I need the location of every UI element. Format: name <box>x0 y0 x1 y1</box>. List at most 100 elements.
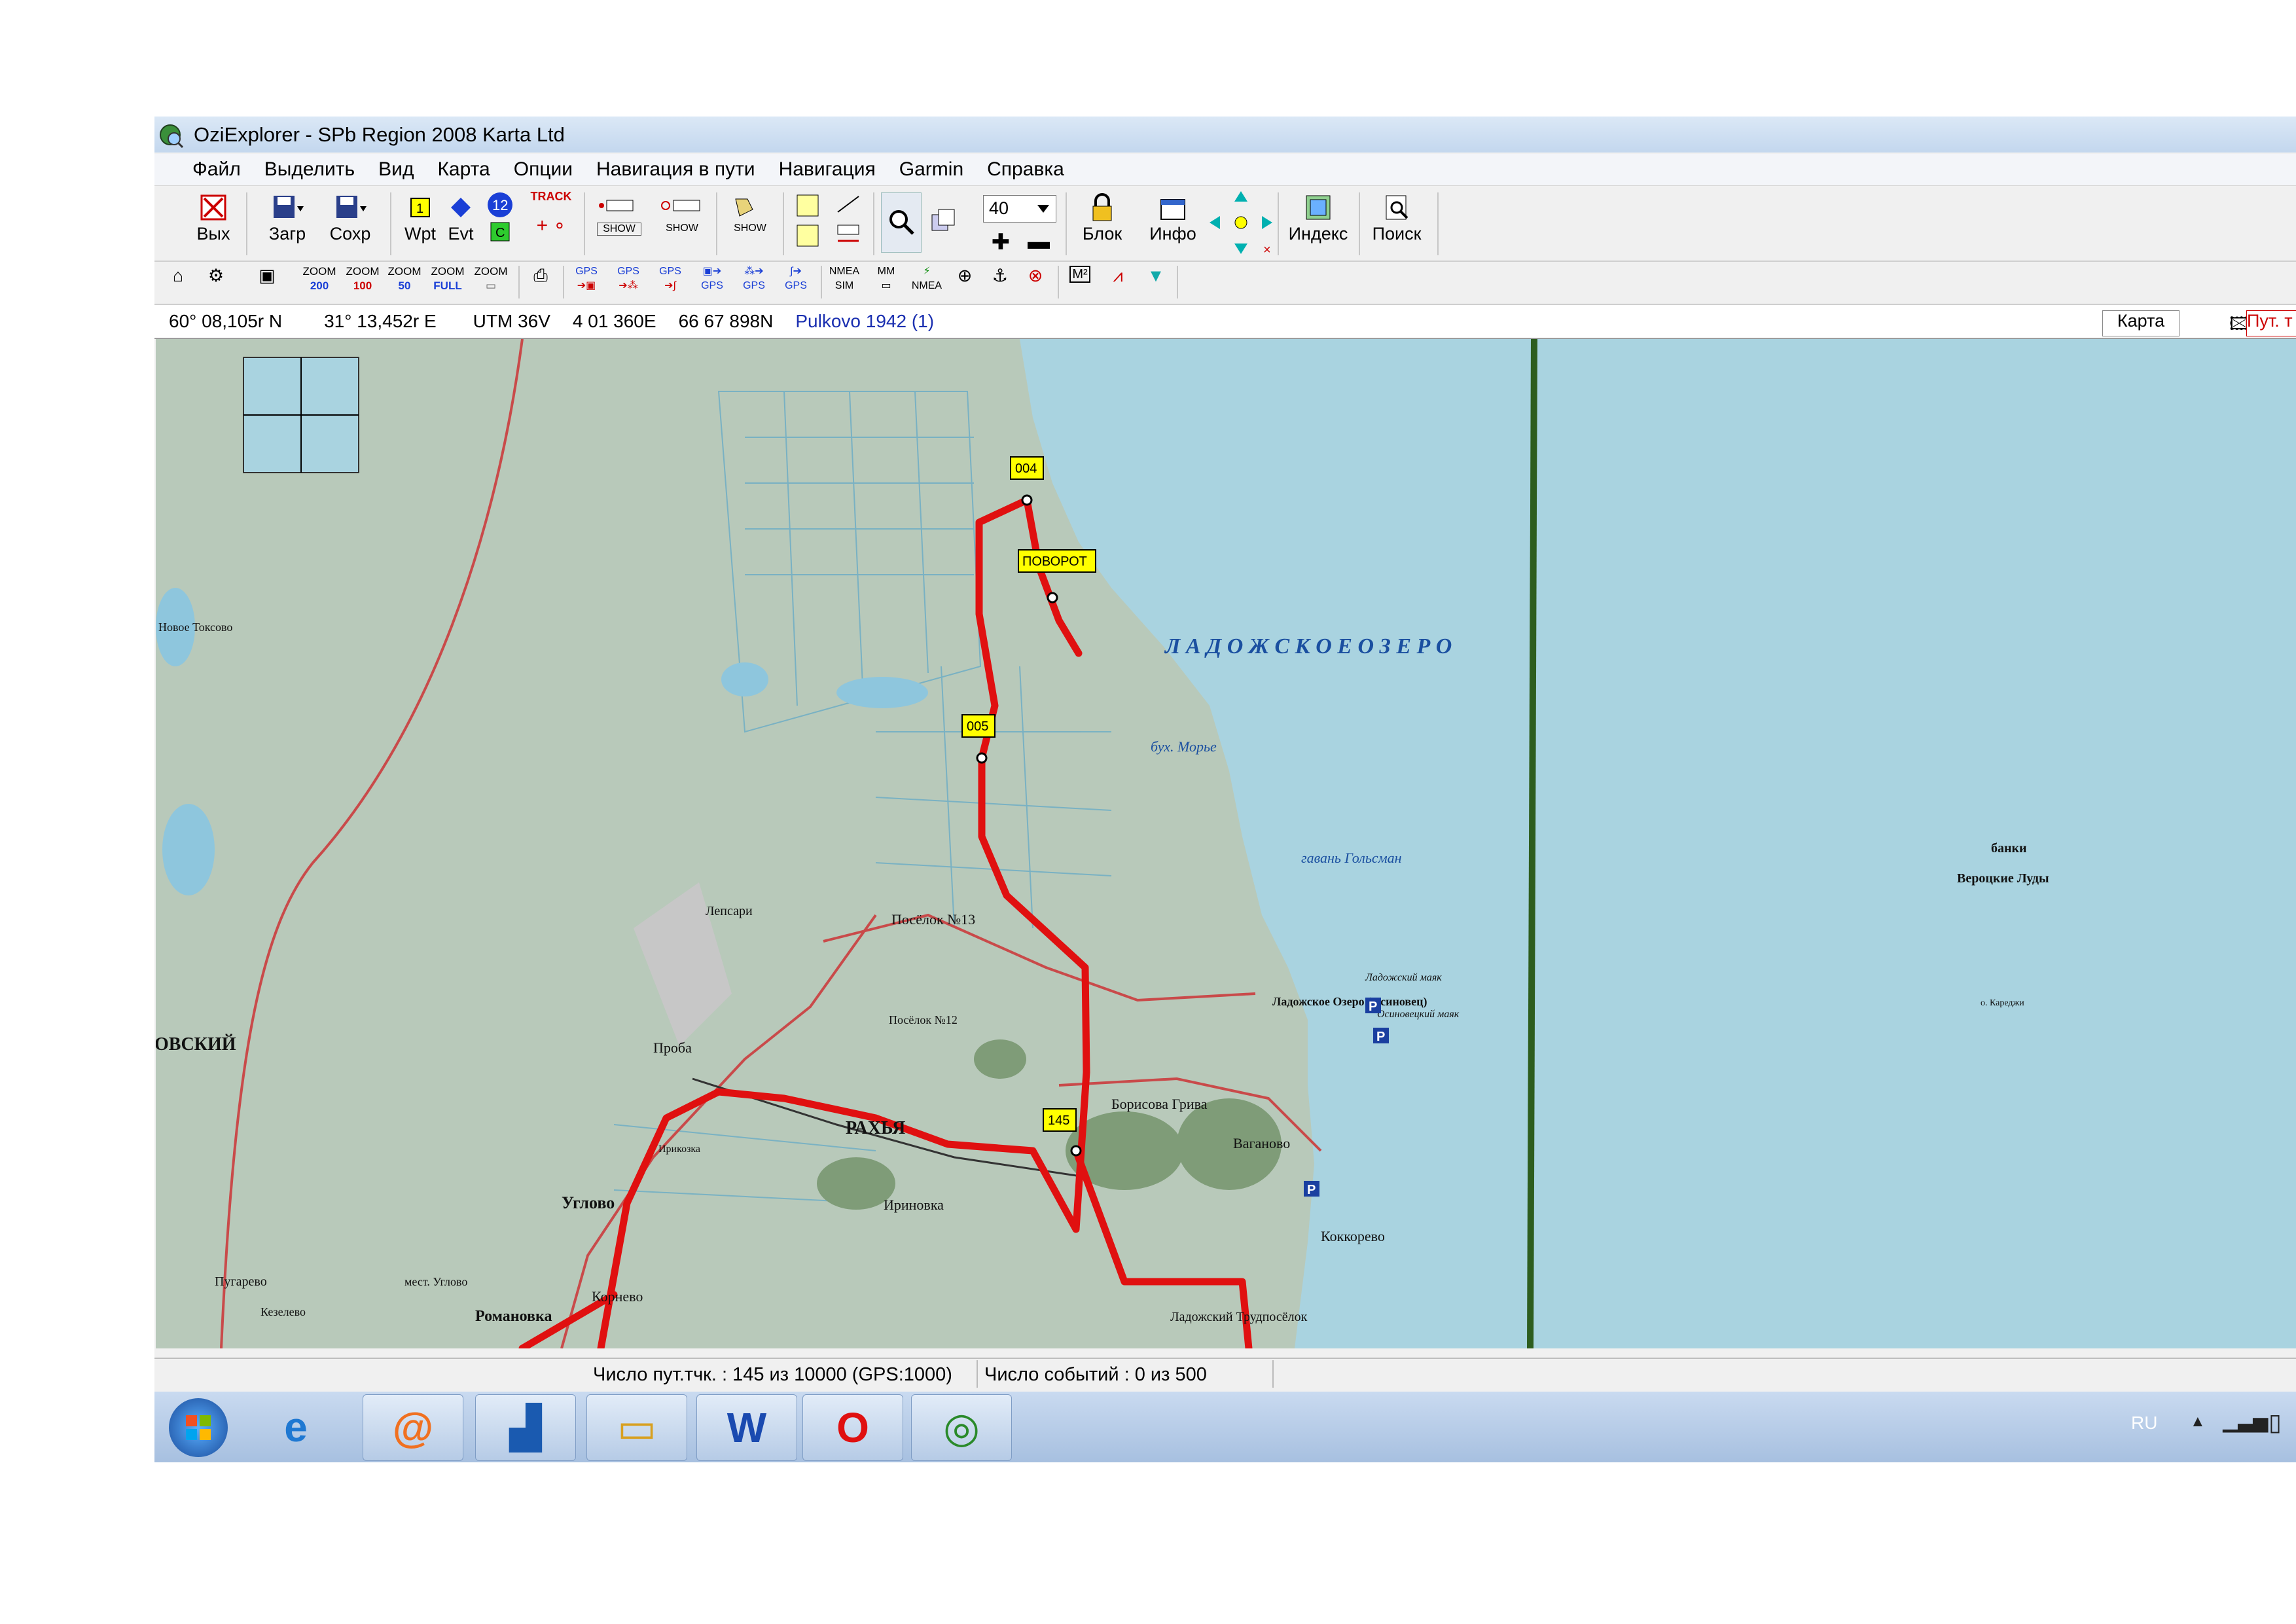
altitude-plot-button[interactable]: ⩘ <box>1101 266 1135 287</box>
language-indicator[interactable]: RU <box>2131 1413 2157 1434</box>
zoom-out-button[interactable]: ▬ <box>1022 229 1055 255</box>
filter-button[interactable]: ▼ <box>1139 266 1173 286</box>
topographic-map[interactable]: 004 ПОВОРОТ 005 145 Л А Д О Ж С К О Е О … <box>154 338 2296 1352</box>
status-separator <box>1272 1360 1274 1388</box>
print-button[interactable]: ⎙ <box>524 266 558 287</box>
start-button[interactable] <box>169 1398 228 1457</box>
taskbar-oziexplorer[interactable]: ◎ <box>911 1394 1012 1461</box>
index-button[interactable]: Индекс <box>1282 191 1355 244</box>
map-check-button[interactable]: ⚙ <box>199 266 233 286</box>
menu-help[interactable]: Справка <box>987 158 1064 181</box>
moving-map-button[interactable]: MM ▭ <box>867 264 906 293</box>
separator <box>1437 192 1439 255</box>
gps-upload-button[interactable]: GPS ➔▣ <box>567 264 606 293</box>
map-tools-button[interactable]: ⌂ <box>161 266 195 286</box>
area-button[interactable]: M² <box>1063 266 1097 283</box>
place-proba: Проба <box>653 1039 692 1056</box>
line-tool-button[interactable] <box>829 192 868 256</box>
area-label: M² <box>1069 266 1090 283</box>
info-label: Инфо <box>1149 224 1196 244</box>
find-zoom-button[interactable] <box>881 192 922 253</box>
route-button[interactable]: 12 C <box>482 189 518 247</box>
load-button[interactable]: Загр <box>264 191 310 244</box>
taskbar-app[interactable]: ▟ <box>475 1394 576 1461</box>
menu-view[interactable]: Вид <box>378 158 414 181</box>
map-list-button[interactable]: ▣ <box>250 266 284 286</box>
show-events-icon <box>656 196 708 223</box>
svg-text:1: 1 <box>416 202 423 216</box>
show-waypoints-button[interactable]: SHOW <box>593 196 645 236</box>
event-button[interactable]: Evt <box>442 191 479 244</box>
nmea-sim-button[interactable]: NMEA SIM <box>825 264 864 293</box>
lock-button[interactable]: Блок <box>1076 191 1128 244</box>
map-view[interactable]: 004 ПОВОРОТ 005 145 Л А Д О Ж С К О Е О … <box>154 338 2296 1352</box>
zoom-box-icon: ▭ <box>485 280 497 292</box>
app-shapes-icon: ▟ <box>509 1403 542 1451</box>
waypoint-005-label[interactable]: 005 <box>967 719 988 734</box>
save-button[interactable]: Сохр <box>327 191 373 244</box>
gps-route-button[interactable]: GPS ➔⁂ <box>609 264 648 293</box>
exit-button[interactable]: Вых <box>194 191 233 244</box>
gps-download-track-button[interactable]: ∫➔ GPS <box>776 264 816 293</box>
track-list-button[interactable] <box>788 192 827 256</box>
zoom-50-button[interactable]: ZOOM 50 <box>385 264 424 293</box>
info-button[interactable]: Инфо <box>1145 191 1200 244</box>
map-image-button[interactable]: 🖾 <box>2215 310 2249 334</box>
nmea-button[interactable]: ⚡ NMEA <box>907 264 946 293</box>
tab-route[interactable]: Пут. т <box>2246 310 2296 336</box>
menu-select[interactable]: Выделить <box>264 158 355 181</box>
route-number-icon: 12 <box>482 189 518 221</box>
menu-map[interactable]: Карта <box>437 158 490 181</box>
taskbar-mail-agent[interactable]: @ <box>363 1394 463 1461</box>
menu-moving-nav[interactable]: Навигация в пути <box>596 158 755 181</box>
place-lepsari: Лепсари <box>706 904 753 918</box>
taskbar-explorer[interactable]: ▭ <box>586 1394 687 1461</box>
show-events-button[interactable]: SHOW <box>656 196 708 234</box>
zoom-select[interactable]: 40 <box>983 195 1056 223</box>
waypoint-004-label[interactable]: 004 <box>1015 461 1037 476</box>
gps-upload-label: GPS <box>575 266 598 277</box>
track-points-count: Число пут.тчк. : 145 из 10000 (GPS:1000) <box>593 1364 952 1385</box>
taskbar-word[interactable]: W <box>696 1394 797 1461</box>
zoom-50-label: 50 <box>398 280 411 292</box>
window-map-button[interactable] <box>924 192 963 250</box>
menu-file[interactable]: Файл <box>192 158 241 181</box>
network-signal-icon[interactable]: ▁▃▅ <box>2223 1410 2268 1433</box>
title-bar[interactable]: OziExplorer - SPb Region 2008 Karta Ltd <box>154 117 2296 153</box>
crosshair-button[interactable]: ⊕ <box>948 266 982 286</box>
zoom-200-button[interactable]: ZOOM 200 <box>300 264 339 293</box>
zoom-100-button[interactable]: ZOOM 100 <box>343 264 382 293</box>
menu-options[interactable]: Опции <box>514 158 573 181</box>
tray-expand-icon[interactable]: ▲ <box>2190 1413 2206 1431</box>
taskbar-internet-explorer[interactable]: e <box>246 1394 346 1460</box>
secondary-toolbar: ⌂ ⚙ ▣ ZOOM 200 ZOOM 100 ZOOM 50 ZOOM FULL ZO… <box>154 262 2296 305</box>
waypoint-145-label[interactable]: 145 <box>1048 1113 1069 1128</box>
gps-download-wpt-button[interactable]: ▣➔ GPS <box>692 264 732 293</box>
gps-route-icon: ➔⁂ <box>619 280 638 291</box>
show-routes-button[interactable]: SHOW <box>724 196 776 234</box>
place-poselok-12: Посёлок №12 <box>889 1013 958 1026</box>
lightning-icon: ⚡ <box>923 266 931 277</box>
power-icon[interactable]: ▯ <box>2269 1409 2282 1436</box>
zoom-custom-button[interactable]: ZOOM ▭ <box>471 264 511 293</box>
anchor-alarm-button[interactable]: ⚓ <box>983 266 1017 286</box>
proximity-alarm-button[interactable]: ⊗ <box>1018 266 1052 286</box>
show-events-label: SHOW <box>666 223 698 234</box>
gps-track-button[interactable]: GPS ➔∫ <box>651 264 690 293</box>
search-button[interactable]: Поиск <box>1364 191 1429 244</box>
track-button[interactable]: TRACK + ∘ <box>525 190 577 237</box>
pan-map-control[interactable]: × <box>1208 190 1274 260</box>
gps-download-route-button[interactable]: ⁂➔ GPS <box>734 264 774 293</box>
menu-navigation[interactable]: Навигация <box>779 158 876 181</box>
waypoint-button[interactable]: 1 Wpt <box>402 191 439 244</box>
separator <box>246 192 247 255</box>
gps-download-wpt-icon: ▣➔ <box>702 266 722 277</box>
taskbar-opera[interactable]: O <box>802 1394 903 1461</box>
zoom-in-button[interactable]: ✚ <box>984 229 1017 255</box>
zoom-full-button[interactable]: ZOOM FULL <box>427 264 469 293</box>
gps-download-route-label: GPS <box>743 280 765 291</box>
crosshair-icon: ⊕ <box>957 266 973 285</box>
menu-garmin[interactable]: Garmin <box>899 158 963 181</box>
waypoint-turn-label[interactable]: ПОВОРОТ <box>1022 554 1087 569</box>
tab-map[interactable]: Карта <box>2102 310 2179 336</box>
